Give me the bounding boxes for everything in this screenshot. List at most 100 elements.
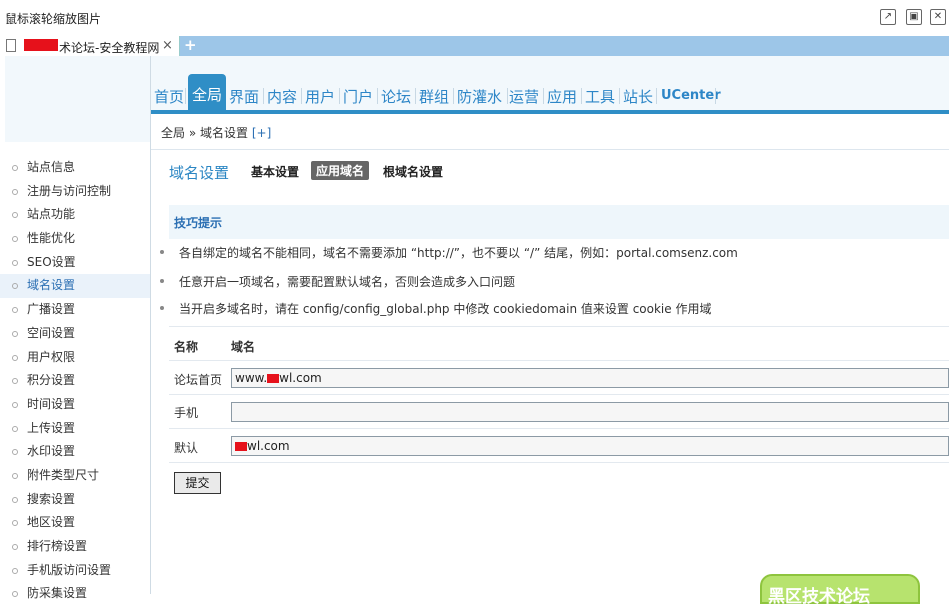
nav-item-content[interactable]: 内容 xyxy=(267,86,297,107)
sidebar-item-label: 积分设置 xyxy=(27,373,76,388)
sidebar-item-label: SEO设置 xyxy=(27,254,76,269)
restore-icon[interactable]: ▣ xyxy=(906,9,922,25)
nav-item-global[interactable]: 全局 xyxy=(188,74,227,112)
popout-icon[interactable]: ↗ xyxy=(880,9,896,25)
bullet-icon xyxy=(12,307,18,314)
mobile-domain-input[interactable] xyxy=(231,402,949,422)
sidebar-item-label: 站点信息 xyxy=(27,160,76,174)
nav-item-group[interactable]: 群组 xyxy=(419,86,449,107)
watermark-text: 黑区技术论坛 xyxy=(768,587,870,607)
nav-divider xyxy=(263,88,264,104)
nav-divider xyxy=(415,88,416,104)
tips-box: 技巧提示 xyxy=(169,205,949,239)
nav-divider xyxy=(543,88,544,104)
forum-domain-input[interactable]: www. wl.com xyxy=(231,368,949,388)
document-icon xyxy=(6,39,16,52)
window-title: 鼠标滚轮缩放图片 xyxy=(5,12,102,26)
sidebar-menu: 站点信息 注册与访问控制 站点功能 性能优化 SEO设置 域名设置 广播设置 空… xyxy=(0,156,150,606)
sidebar-item[interactable]: 地区设置 xyxy=(0,511,150,535)
nav-item-antispam[interactable]: 防灌水 xyxy=(457,86,502,107)
sidebar-item[interactable]: 积分设置 xyxy=(0,369,150,393)
bullet-icon xyxy=(12,496,18,503)
sidebar-item[interactable]: 性能优化 xyxy=(0,227,150,251)
window-titlebar: 鼠标滚轮缩放图片 ↗ ▣ ✕ xyxy=(0,0,949,36)
sidebar-item-label: 性能优化 xyxy=(27,231,76,246)
nav-item-ucenter[interactable]: UCenter xyxy=(661,88,721,103)
bullet-icon xyxy=(12,165,18,171)
breadcrumb-text: 全局 » 域名设置 [+] xyxy=(161,124,271,141)
sidebar-item[interactable]: 站点功能 xyxy=(0,203,150,227)
sidebar-item[interactable]: 用户权限 xyxy=(0,346,150,370)
field-suffix: wl.com xyxy=(247,439,290,453)
sidebar-item-label: 空间设置 xyxy=(27,325,76,340)
sidebar-item[interactable]: 手机版访问设置 xyxy=(0,559,150,583)
nav-item-apps[interactable]: 应用 xyxy=(547,86,577,107)
nav-item-forum[interactable]: 论坛 xyxy=(381,86,411,107)
nav-divider xyxy=(656,88,657,104)
nav-divider xyxy=(619,88,620,104)
bullet-icon xyxy=(12,212,18,219)
nav-item-portal[interactable]: 门户 xyxy=(343,86,373,107)
subtab-basic[interactable]: 基本设置 xyxy=(251,163,299,180)
nav-item-home[interactable]: 首页 xyxy=(154,86,184,107)
subtab-app-domain[interactable]: 应用域名 xyxy=(311,161,370,180)
row-label-mobile: 手机 xyxy=(174,406,199,420)
nav-item-interface[interactable]: 界面 xyxy=(229,86,259,107)
tip-item: 各自绑定的域名不能相同，域名不需要添加 “http://”，也不要以 “/” 结… xyxy=(160,244,738,261)
nav-divider xyxy=(301,88,302,104)
sidebar-item[interactable]: 时间设置 xyxy=(0,393,150,417)
bullet-icon xyxy=(160,250,164,254)
sidebar-item[interactable]: 注册与访问控制 xyxy=(0,180,150,204)
sidebar-item-label: 防采集设置 xyxy=(27,586,88,601)
nav-divider xyxy=(507,88,508,104)
redaction-mark xyxy=(235,442,247,451)
field-prefix: www. xyxy=(235,371,268,385)
subtab-root-domain[interactable]: 根域名设置 xyxy=(383,163,443,180)
sidebar-item[interactable]: 搜索设置 xyxy=(0,488,150,512)
tip-text: 当开启多域名时，请在 config/config_global.php 中修改 … xyxy=(179,302,712,316)
sidebar-item-label: 地区设置 xyxy=(27,515,76,530)
divider xyxy=(169,394,949,395)
add-shortcut-button[interactable]: [+] xyxy=(252,126,271,140)
bullet-icon xyxy=(12,378,18,385)
nav-divider xyxy=(581,88,582,104)
bullet-icon xyxy=(12,354,18,361)
sidebar-item[interactable]: 广播设置 xyxy=(0,298,150,322)
sidebar-item[interactable]: SEO设置 xyxy=(0,251,150,275)
sidebar-item-label: 手机版访问设置 xyxy=(27,562,112,577)
page-title: 域名设置 xyxy=(169,164,230,182)
sidebar-item[interactable]: 上传设置 xyxy=(0,417,150,441)
nav-item-operations[interactable]: 运营 xyxy=(509,86,539,107)
sidebar-item-active[interactable]: 域名设置 xyxy=(0,274,150,299)
close-icon[interactable]: ✕ xyxy=(930,9,946,25)
breadcrumb-root[interactable]: 全局 xyxy=(161,126,185,140)
col-header-domain: 域名 xyxy=(231,340,256,354)
sidebar-item-label: 附件类型尺寸 xyxy=(27,467,100,482)
tab-strip: 术论坛-安全教程网 × + xyxy=(0,36,949,56)
nav-item-webmaster[interactable]: 站长 xyxy=(623,86,653,107)
submit-button[interactable]: 提交 xyxy=(174,472,221,494)
new-tab-button[interactable]: + xyxy=(184,36,197,54)
bullet-icon xyxy=(12,425,18,432)
sidebar-item[interactable]: 水印设置 xyxy=(0,440,150,464)
col-header-name: 名称 xyxy=(174,340,199,354)
bullet-icon xyxy=(12,449,18,456)
nav-item-users[interactable]: 用户 xyxy=(305,86,335,107)
tab-close-icon[interactable]: × xyxy=(162,38,173,53)
nav-item-tools[interactable]: 工具 xyxy=(585,86,615,107)
row-label-forum: 论坛首页 xyxy=(174,373,223,387)
sidebar-item[interactable]: 附件类型尺寸 xyxy=(0,464,150,488)
bullet-icon xyxy=(12,567,18,574)
sidebar-item[interactable]: 防采集设置 xyxy=(0,582,150,606)
browser-tab[interactable]: 术论坛-安全教程网 × xyxy=(0,36,180,56)
bullet-icon xyxy=(12,330,18,337)
watermark-badge: 黑区技术论坛 xyxy=(760,574,920,607)
default-domain-input[interactable]: wl.com xyxy=(231,436,949,456)
sidebar-item[interactable]: 站点信息 xyxy=(0,156,150,180)
redaction-mark xyxy=(24,39,58,51)
sidebar-item[interactable]: 空间设置 xyxy=(0,322,150,346)
bullet-icon xyxy=(12,188,18,195)
field-suffix: wl.com xyxy=(279,371,322,385)
sidebar-item[interactable]: 排行榜设置 xyxy=(0,535,150,559)
nav-divider xyxy=(715,88,716,104)
